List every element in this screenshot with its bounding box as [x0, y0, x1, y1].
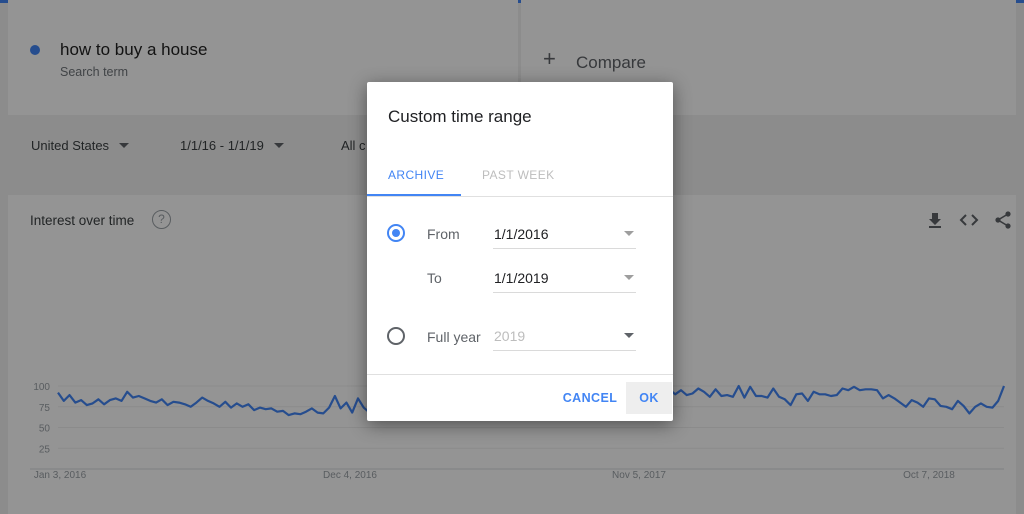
dialog-title: Custom time range [388, 107, 532, 126]
dropdown-arrow-icon [624, 333, 634, 338]
ok-button[interactable]: OK [626, 382, 672, 414]
tab-past-week[interactable]: PAST WEEK [482, 168, 555, 182]
full-year-value: 2019 [494, 328, 526, 344]
dropdown-arrow-icon [624, 231, 634, 236]
cancel-button[interactable]: CANCEL [557, 382, 623, 414]
dropdown-arrow-icon [624, 275, 634, 280]
radio-full-year[interactable] [387, 327, 405, 345]
tab-archive[interactable]: ARCHIVE [388, 168, 444, 182]
from-date-value: 1/1/2016 [494, 226, 549, 242]
actions-divider [367, 374, 673, 375]
from-date-select[interactable]: 1/1/2016 [493, 221, 636, 249]
to-label: To [427, 270, 442, 286]
from-label: From [427, 226, 460, 242]
tab-divider [367, 196, 673, 197]
custom-time-range-dialog: Custom time range ARCHIVE PAST WEEK From… [367, 82, 673, 421]
to-date-value: 1/1/2019 [494, 270, 549, 286]
to-date-select[interactable]: 1/1/2019 [493, 265, 636, 293]
radio-from-to[interactable] [387, 224, 405, 242]
full-year-label: Full year [427, 329, 481, 345]
full-year-select[interactable]: 2019 [493, 323, 636, 351]
